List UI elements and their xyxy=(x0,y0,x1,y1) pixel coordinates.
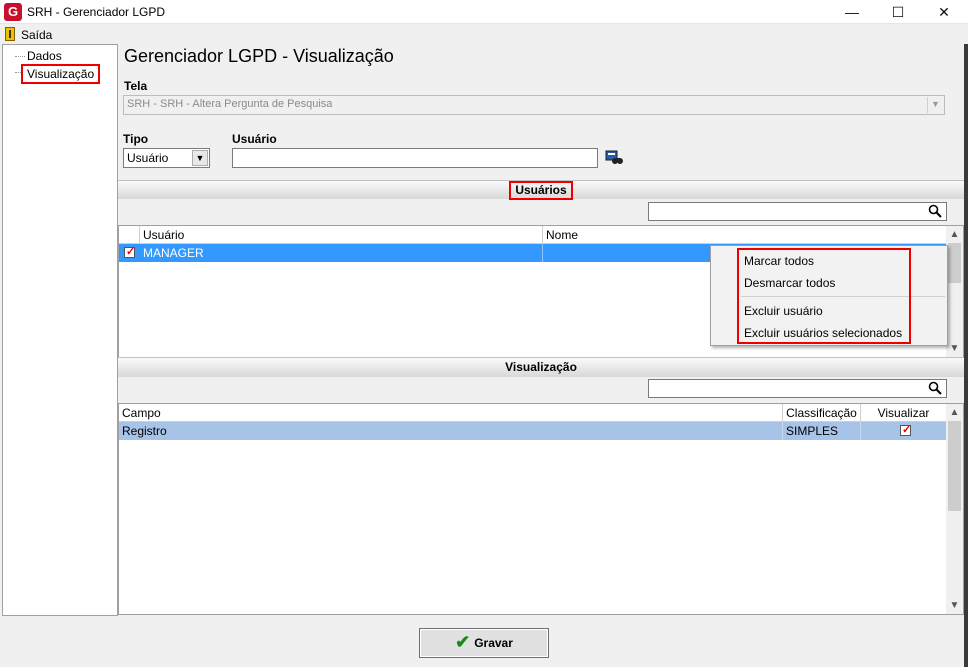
users-section-title: Usuários xyxy=(509,181,573,200)
menu-exit[interactable]: Saída xyxy=(21,28,52,42)
search-icon[interactable] xyxy=(928,381,942,395)
column-header-campo[interactable]: Campo xyxy=(119,404,783,422)
app-logo-icon: G xyxy=(4,3,22,21)
menu-bar: Saída xyxy=(0,24,968,44)
visualizar-checkbox[interactable] xyxy=(900,423,911,436)
tela-select-value: SRH - SRH - Altera Pergunta de Pesquisa xyxy=(127,98,333,110)
chevron-down-icon[interactable]: ▼ xyxy=(192,150,208,166)
tipo-label: Tipo xyxy=(123,132,149,146)
checkmark-icon: ✔ xyxy=(455,632,471,653)
scroll-down-icon[interactable]: ▼ xyxy=(946,340,963,357)
tree-item-dados[interactable]: Dados xyxy=(27,49,62,63)
vis-search-input[interactable] xyxy=(648,379,947,398)
table-row[interactable]: Registro SIMPLES xyxy=(119,422,946,440)
find-user-icon[interactable] xyxy=(605,150,623,166)
column-header-nome[interactable]: Nome xyxy=(543,226,946,244)
cell-classificacao: SIMPLES xyxy=(783,422,861,440)
search-icon[interactable] xyxy=(928,204,942,218)
vis-grid-header: Campo Classificação Visualizar xyxy=(119,404,946,422)
column-header-visualizar[interactable]: Visualizar xyxy=(861,404,946,422)
tipo-select-value: Usuário xyxy=(127,151,169,165)
column-header-usuario[interactable]: Usuário xyxy=(140,226,543,244)
tipo-select[interactable]: Usuário ▼ xyxy=(123,148,210,168)
highlight-box xyxy=(737,248,911,344)
chevron-down-icon[interactable]: ▼ xyxy=(927,97,943,113)
tree-connector xyxy=(15,56,25,57)
tree-item-visualizacao[interactable]: Visualização xyxy=(21,64,101,84)
title-bar: G SRH - Gerenciador LGPD — ☐ ✕ xyxy=(0,0,968,24)
save-button[interactable]: ✔ Gravar xyxy=(419,628,549,658)
scroll-thumb[interactable] xyxy=(948,243,961,283)
vis-section-header: Visualização xyxy=(118,357,964,377)
window-title: SRH - Gerenciador LGPD xyxy=(27,5,166,19)
navigation-tree: Dados Visualização xyxy=(2,44,118,616)
scroll-down-icon[interactable]: ▼ xyxy=(946,597,963,614)
maximize-button[interactable]: ☐ xyxy=(875,0,921,24)
users-scrollbar[interactable]: ▲ ▼ xyxy=(946,226,963,357)
save-button-label: Gravar xyxy=(474,636,513,650)
users-search-input[interactable] xyxy=(648,202,947,221)
column-header-check xyxy=(119,226,140,244)
tela-select[interactable]: SRH - SRH - Altera Pergunta de Pesquisa … xyxy=(123,95,945,115)
users-section-header: Usuários xyxy=(118,180,964,200)
tela-label: Tela xyxy=(124,79,148,93)
cell-campo: Registro xyxy=(119,422,783,440)
column-header-classificacao[interactable]: Classificação xyxy=(783,404,861,422)
context-menu: Marcar todos Desmarcar todos Excluir usu… xyxy=(710,245,948,346)
users-grid-header: Usuário Nome xyxy=(119,226,946,244)
vis-scrollbar[interactable]: ▲ ▼ xyxy=(946,404,963,614)
scroll-thumb[interactable] xyxy=(948,421,961,511)
scroll-up-icon[interactable]: ▲ xyxy=(946,404,963,421)
close-button[interactable]: ✕ xyxy=(921,0,967,24)
scroll-up-icon[interactable]: ▲ xyxy=(946,226,963,243)
vis-grid: Campo Classificação Visualizar Registro … xyxy=(118,403,964,615)
cell-usuario: MANAGER xyxy=(140,244,543,262)
usuario-label: Usuário xyxy=(232,132,277,146)
page-title: Gerenciador LGPD - Visualização xyxy=(124,46,394,66)
window-edge xyxy=(964,44,968,667)
row-checkbox[interactable] xyxy=(124,245,135,258)
usuario-input[interactable] xyxy=(232,148,598,168)
exit-door-icon[interactable] xyxy=(5,27,15,41)
minimize-button[interactable]: — xyxy=(829,0,875,24)
